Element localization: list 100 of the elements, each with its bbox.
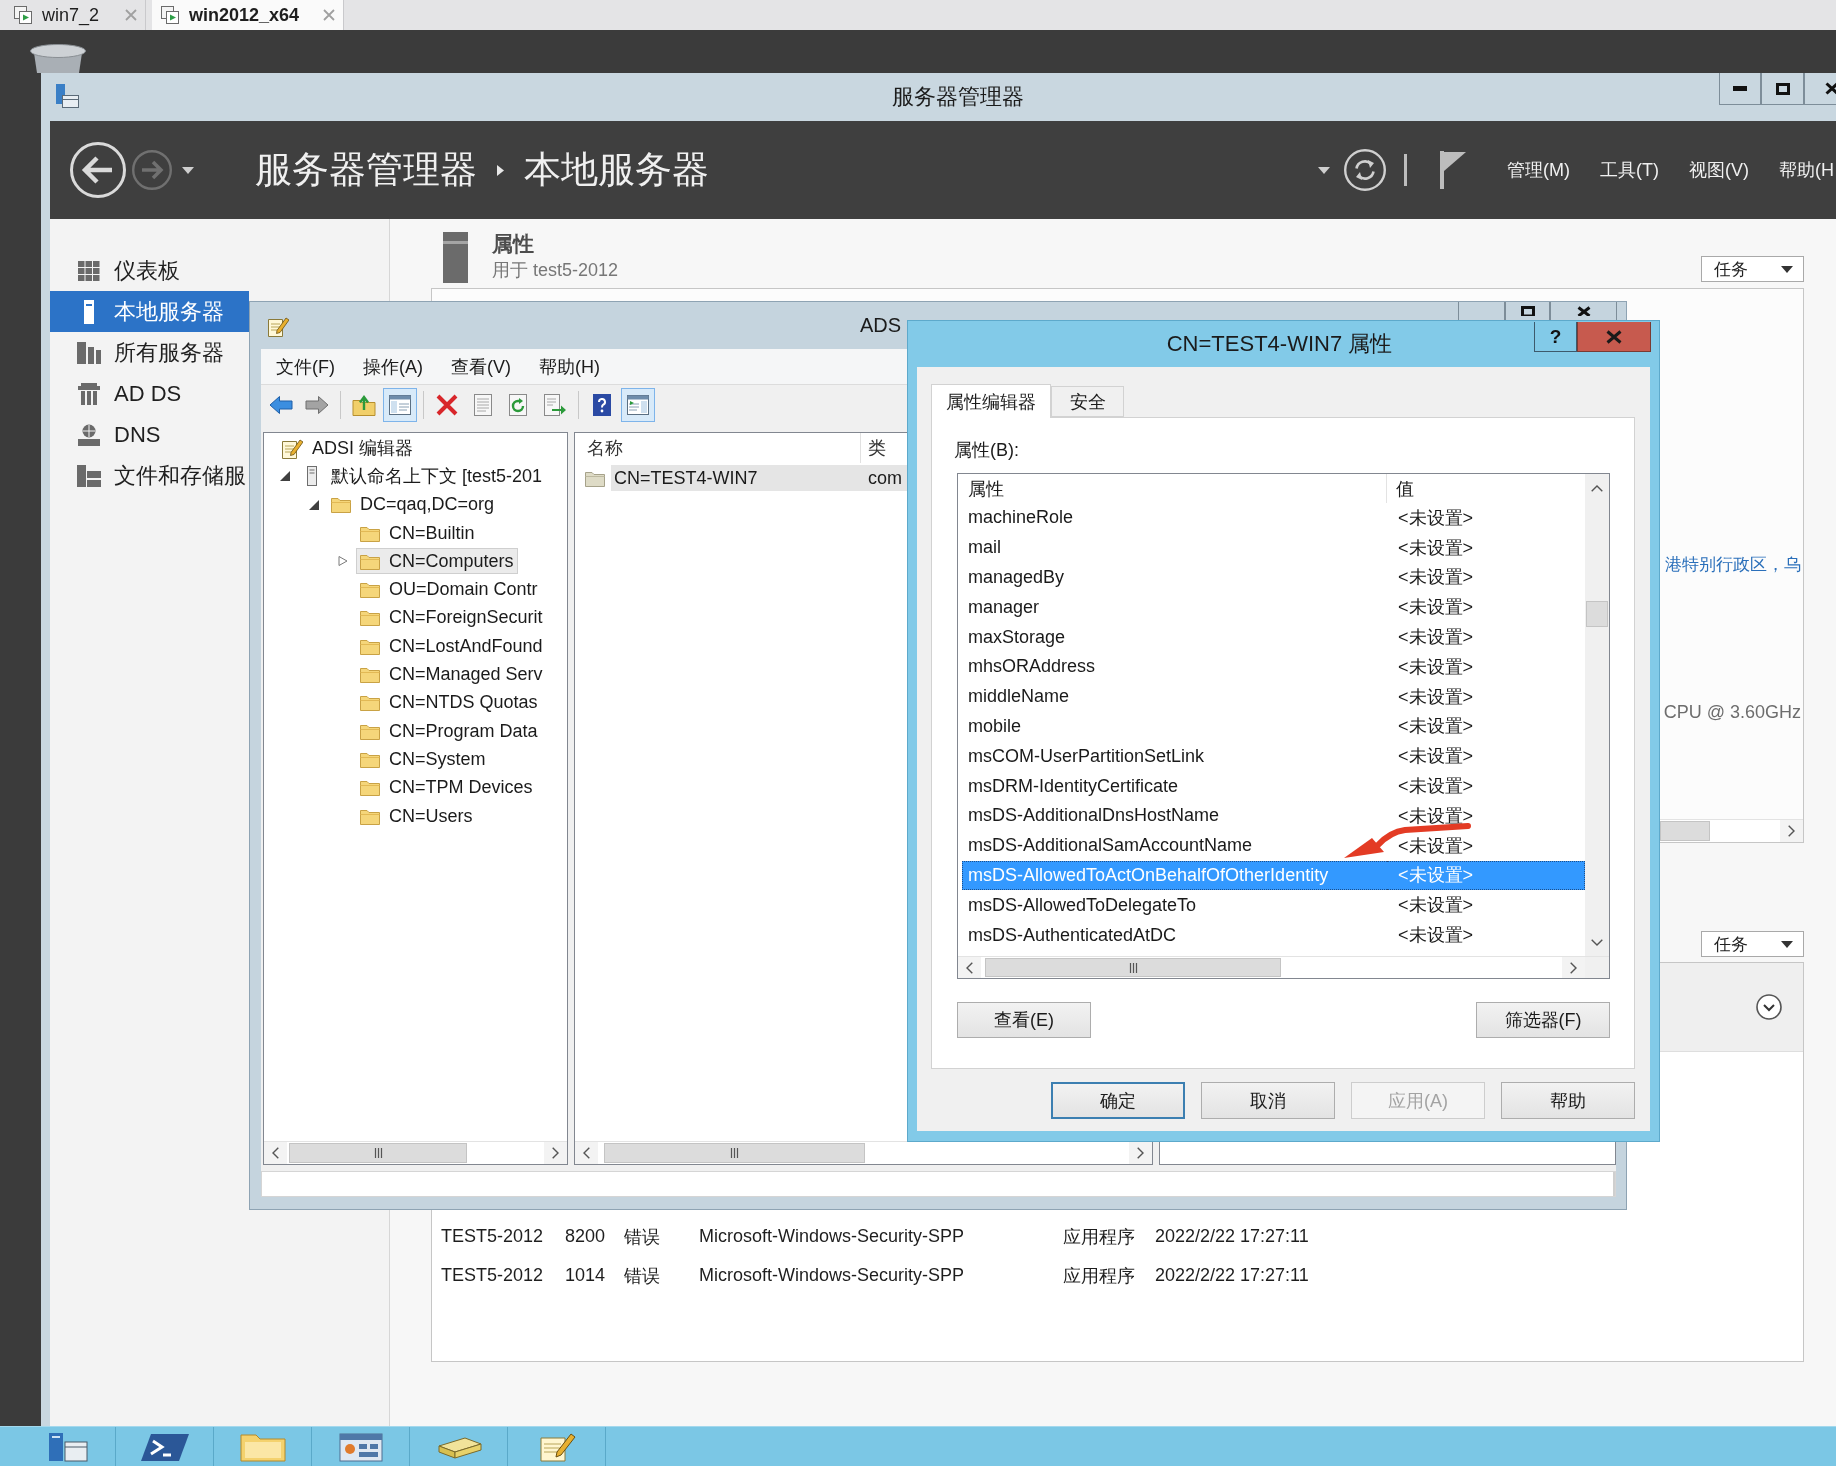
sidebar-item[interactable]: 文件和存储服 <box>50 455 249 496</box>
expand-icon[interactable] <box>1756 994 1782 1020</box>
time-zone-link[interactable]: 港特别行政区，乌 <box>1665 553 1801 577</box>
attribute-value-cell[interactable]: <未设置> <box>1387 592 1585 623</box>
tree-item[interactable]: CN=Users <box>356 803 477 829</box>
tree-item[interactable]: CN=Program Data <box>356 718 542 745</box>
attribute-value-cell[interactable]: <未设置> <box>1387 622 1585 652</box>
scrollbar-thumb[interactable] <box>1586 601 1608 627</box>
chevron-up-icon[interactable] <box>1591 485 1603 492</box>
horizontal-scrollbar[interactable] <box>958 956 1609 978</box>
tree-item[interactable]: CN=TPM Devices <box>356 774 537 801</box>
tree-item[interactable]: DC=qaq,DC=org <box>327 491 499 518</box>
attribute-value-cell[interactable]: <未设置> <box>1387 771 1585 801</box>
filter-button[interactable]: 筛选器(F) <box>1476 1002 1610 1038</box>
attribute-name-cell[interactable]: msDS-AuthenticatedAtDC <box>962 920 1387 950</box>
tree-item[interactable]: 默认命名上下文 [test5-201 <box>298 463 547 490</box>
tree-item[interactable]: ADSI 编辑器 <box>277 435 417 462</box>
attribute-name-cell[interactable]: msCOM-UserPartitionSetLink <box>962 741 1387 772</box>
dialog-button[interactable]: 帮助 <box>1501 1082 1635 1119</box>
sidebar-item[interactable]: 本地服务器 <box>50 291 249 332</box>
attribute-value-cell[interactable]: <未设置> <box>1387 711 1585 742</box>
terminal-icon[interactable] <box>140 1432 189 1462</box>
attribute-value-cell[interactable]: <未设置> <box>1387 890 1585 921</box>
tree-item[interactable]: CN=Computers <box>356 548 518 575</box>
chevron-right-icon[interactable] <box>1788 825 1795 837</box>
attribute-value-cell[interactable]: <未设置> <box>1387 920 1585 950</box>
horizontal-scrollbar[interactable] <box>1660 819 1803 842</box>
attribute-value-cell[interactable]: <未设置> <box>1387 532 1585 563</box>
attribute-value-cell[interactable]: <未设置> <box>1387 503 1585 533</box>
scrollbar-thumb[interactable] <box>985 958 1281 977</box>
attribute-name-cell[interactable]: machineRole <box>962 503 1387 533</box>
tab[interactable]: 安全 <box>1051 386 1124 417</box>
attribute-value-cell[interactable]: <未设置> <box>1387 681 1585 712</box>
back-icon[interactable] <box>70 142 126 198</box>
scrollbar-thumb[interactable] <box>289 1143 467 1163</box>
menu-item[interactable]: 文件(F) <box>267 354 344 379</box>
list-cell[interactable]: CN=TEST4-WIN7 <box>611 465 861 491</box>
menu-item[interactable]: 帮助(H) <box>530 354 609 379</box>
attribute-name-cell[interactable]: mail <box>962 532 1387 563</box>
dialog-button[interactable]: 取消 <box>1201 1082 1335 1119</box>
caret-icon[interactable] <box>1318 166 1331 174</box>
sidebar-item[interactable]: 所有服务器 <box>50 332 249 373</box>
menu-item[interactable]: 查看(V) <box>442 354 520 379</box>
menu-item[interactable]: 视图(V) <box>1689 158 1749 182</box>
attribute-value-cell[interactable]: <未设置> <box>1387 652 1585 682</box>
tree-item[interactable]: CN=ForeignSecurit <box>356 604 547 631</box>
vertical-scrollbar[interactable] <box>1585 474 1609 956</box>
tree-item[interactable]: CN=Builtin <box>356 520 479 547</box>
attribute-value-cell[interactable]: <未设置> <box>1387 800 1585 831</box>
attribute-name-cell[interactable]: middleName <box>962 681 1387 712</box>
view-button[interactable]: 查看(E) <box>957 1002 1091 1038</box>
tab[interactable]: 属性编辑器 <box>931 384 1051 418</box>
scrollbar-thumb[interactable] <box>604 1143 865 1163</box>
column-header[interactable]: 属性 <box>958 474 1387 503</box>
tasks-dropdown[interactable]: 任务 <box>1701 931 1804 957</box>
tasks-dropdown[interactable]: 任务 <box>1701 256 1804 282</box>
horizontal-scrollbar[interactable] <box>264 1141 567 1164</box>
chevron-right-icon[interactable] <box>1570 961 1577 974</box>
caret-icon[interactable] <box>182 166 194 174</box>
menu-item[interactable]: 工具(T) <box>1600 158 1659 182</box>
column-header[interactable]: 值 <box>1387 474 1585 503</box>
refresh-icon[interactable] <box>1344 149 1387 191</box>
action-pane-icon[interactable] <box>621 387 655 422</box>
menu-item[interactable]: 帮助(H <box>1779 158 1834 182</box>
chevron-left-icon[interactable] <box>966 961 973 974</box>
scrollbar-thumb[interactable] <box>1660 821 1710 841</box>
sidebar-item[interactable]: DNS <box>50 414 249 455</box>
sidebar-item[interactable]: AD DS <box>50 373 249 414</box>
menu-item[interactable]: 管理(M) <box>1507 158 1570 182</box>
tree-item[interactable]: CN=Managed Serv <box>356 661 547 688</box>
attribute-name-cell[interactable]: mhsORAddress <box>962 652 1387 682</box>
horizontal-scrollbar[interactable] <box>575 1141 1152 1164</box>
dialog-button[interactable]: 确定 <box>1051 1082 1185 1119</box>
attribute-name-cell[interactable]: msDS-AdditionalSamAccountName <box>962 830 1387 861</box>
maximize-button[interactable] <box>1761 73 1804 105</box>
tree-item[interactable]: CN=System <box>356 746 490 773</box>
attribute-name-cell[interactable]: maxStorage <box>962 622 1387 652</box>
flag-icon[interactable] <box>1440 151 1467 189</box>
attribute-name-cell[interactable]: msDRM-IdentityCertificate <box>962 771 1387 801</box>
triangle-icon[interactable] <box>309 499 319 510</box>
attribute-name-cell[interactable]: manager <box>962 592 1387 623</box>
attribute-value-cell[interactable]: <未设置> <box>1387 830 1585 861</box>
tree-item[interactable]: CN=LostAndFound <box>356 633 547 660</box>
vm-tab[interactable]: win2012_x64 <box>152 0 345 30</box>
attribute-name-cell[interactable]: managedBy <box>962 562 1387 593</box>
chevron-left-icon[interactable] <box>583 1147 590 1159</box>
forward-icon[interactable] <box>132 150 172 190</box>
menu-item[interactable]: 操作(A) <box>354 354 432 379</box>
tree-pane-icon[interactable] <box>383 387 417 422</box>
attribute-value-cell[interactable]: <未设置> <box>1387 741 1585 772</box>
sidebar-item[interactable]: 仪表板 <box>50 250 249 291</box>
chevron-left-icon[interactable] <box>272 1147 279 1159</box>
chevron-down-icon[interactable] <box>1591 939 1603 946</box>
chevron-right-icon[interactable] <box>552 1147 559 1159</box>
minimize-button[interactable] <box>1719 73 1761 105</box>
attribute-name-cell[interactable]: msDS-AdditionalDnsHostName <box>962 800 1387 831</box>
attribute-name-cell[interactable]: msDS-AllowedToDelegateTo <box>962 890 1387 921</box>
window-tiles-icon[interactable] <box>336 1432 385 1462</box>
triangle-icon[interactable] <box>280 471 290 482</box>
tree-item[interactable]: CN=NTDS Quotas <box>356 689 542 716</box>
